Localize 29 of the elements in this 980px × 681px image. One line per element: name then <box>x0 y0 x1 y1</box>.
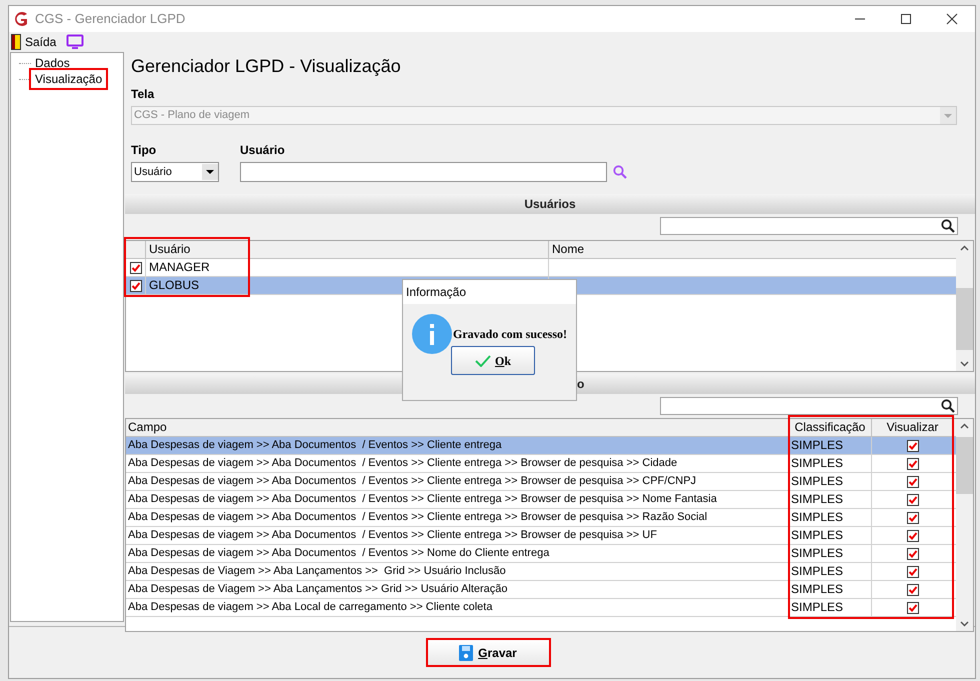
table-cell: SIMPLES <box>789 491 872 508</box>
table-cell: Aba Despesas de viagem >> Aba Documentos / Eventos >> Cliente entrega >> Browser de pesquisa >> CPF/CNPJ <box>126 473 789 490</box>
dialog-title: Informação <box>403 280 576 304</box>
table-cell: MANAGER <box>146 259 549 276</box>
table-cell: Aba Despesas de viagem >> Aba Documentos / Eventos >> Cliente entrega >> Browser de pesquisa >> UF <box>126 527 789 544</box>
table-cell: SIMPLES <box>789 599 872 616</box>
table-cell: SIMPLES <box>789 509 872 526</box>
page-heading: Gerenciador LGPD - Visualização <box>131 55 402 78</box>
table-cell: SIMPLES <box>789 581 872 598</box>
field-label: Tela <box>131 86 156 103</box>
field-label: Usuário <box>240 142 286 159</box>
table-cell: SIMPLES <box>789 455 872 472</box>
dialog-message: Gravado com sucesso! <box>453 326 567 343</box>
table-cell: Aba Despesas de viagem >> Aba Documentos / Eventos >> Cliente entrega >> Browser de pesquisa >> Nome Fantasia <box>126 491 789 508</box>
table-cell: SIMPLES <box>789 563 872 580</box>
field-label: Tipo <box>131 142 158 159</box>
table-cell: SIMPLES <box>789 437 872 454</box>
table-cell: Aba Despesas de viagem >> Aba Local de carregamento >> Cliente coleta <box>126 599 789 616</box>
section-header: Usuários <box>125 194 975 214</box>
table-cell: Aba Despesas de viagem >> Aba Documentos / Eventos >> Cliente entrega >> Browser de pesquisa >> Razão Social <box>126 509 789 526</box>
table-cell: SIMPLES <box>789 473 872 490</box>
table-cell: SIMPLES <box>789 545 872 562</box>
table-cell: SIMPLES <box>789 527 872 544</box>
table-cell: Aba Despesas de viagem >> Aba Documentos / Eventos >> Cliente entrega <box>126 437 789 454</box>
table-cell: Aba Despesas de Viagem >> Aba Lançamentos >> Grid >> Usuário Alteração <box>126 581 789 598</box>
table-cell: Aba Despesas de Viagem >> Aba Lançamentos >> Grid >> Usuário Inclusão <box>126 563 789 580</box>
window-title: CGS - Gerenciador LGPD <box>35 10 186 28</box>
table-cell: Aba Despesas de viagem >> Aba Documentos / Eventos >> Nome do Cliente entrega <box>126 545 789 562</box>
table-cell: Aba Despesas de viagem >> Aba Documentos / Eventos >> Cliente entrega >> Browser de pesquisa >> Cidade <box>126 455 789 472</box>
